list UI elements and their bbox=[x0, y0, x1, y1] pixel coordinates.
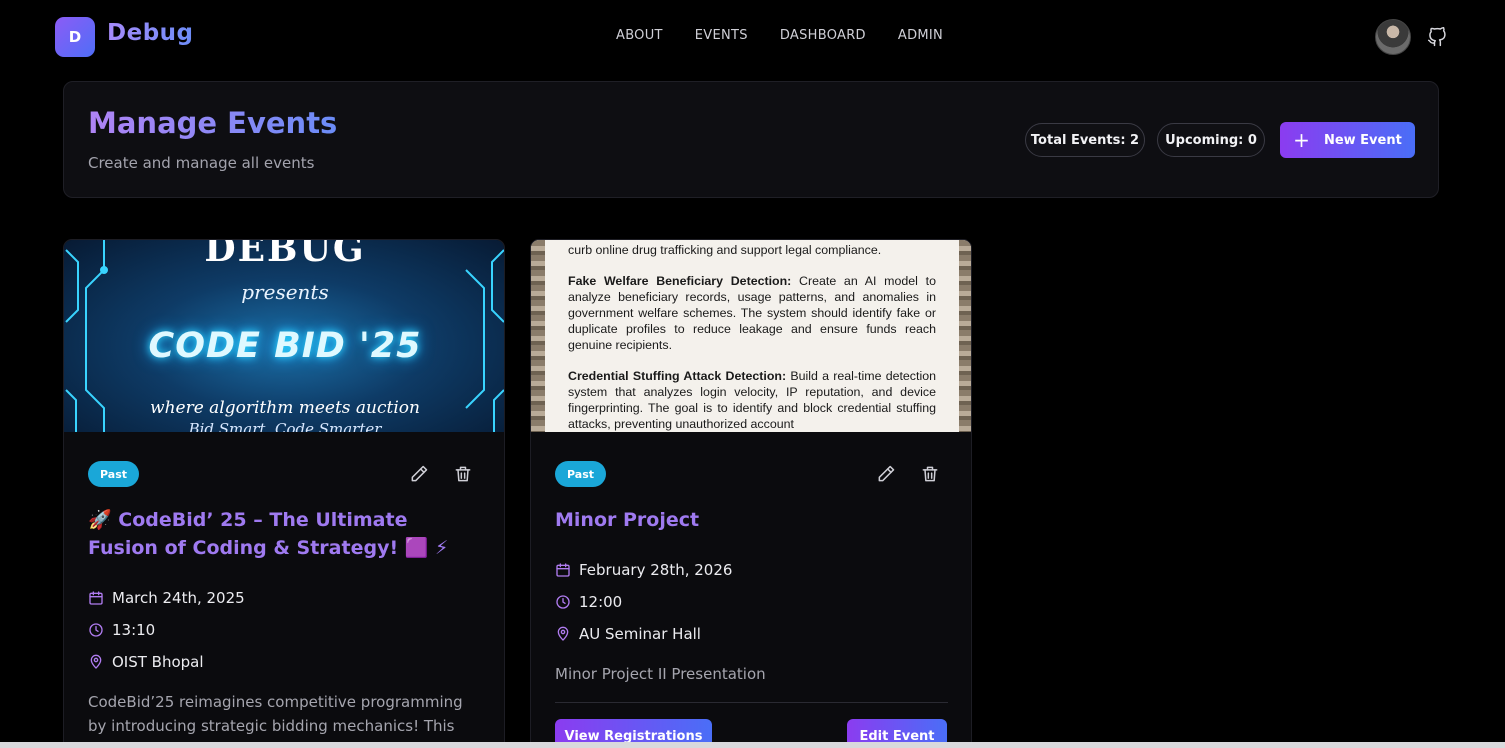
page-subtitle: Create and manage all events bbox=[88, 154, 315, 172]
event-location-text: AU Seminar Hall bbox=[579, 625, 701, 643]
poster-heading-2: Credential Stuffing Attack Detection: bbox=[568, 369, 787, 383]
new-event-button[interactable]: + New Event bbox=[1280, 122, 1415, 158]
poster-tagline: where algorithm meets auction bbox=[150, 398, 420, 418]
manage-events-header: Manage Events Create and manage all even… bbox=[63, 81, 1439, 198]
github-icon[interactable] bbox=[1427, 26, 1447, 48]
event-date-text: March 24th, 2025 bbox=[112, 589, 245, 607]
trash-icon[interactable] bbox=[453, 464, 473, 484]
navbar: D Debug ABOUT EVENTS DASHBOARD ADMIN bbox=[0, 0, 1505, 76]
poster-border-left bbox=[531, 240, 545, 432]
trash-icon[interactable] bbox=[920, 464, 940, 484]
status-badge: Past bbox=[555, 461, 606, 487]
event-title[interactable]: 🚀 CodeBid’ 25 – The Ultimate Fusion of C… bbox=[88, 506, 478, 562]
status-badge: Past bbox=[88, 461, 139, 487]
total-events-badge: Total Events: 2 bbox=[1025, 123, 1145, 157]
clock-icon bbox=[89, 623, 103, 637]
new-event-label: New Event bbox=[1323, 132, 1402, 148]
nav-links: ABOUT EVENTS DASHBOARD ADMIN bbox=[616, 28, 943, 43]
pencil-icon[interactable] bbox=[409, 464, 429, 484]
event-time-text: 12:00 bbox=[579, 593, 623, 611]
poster-border-right bbox=[959, 240, 971, 432]
event-time: 13:10 bbox=[88, 621, 155, 639]
avatar[interactable] bbox=[1375, 19, 1411, 55]
event-date: February 28th, 2026 bbox=[555, 561, 732, 579]
page-title: Manage Events bbox=[88, 106, 338, 140]
poster-text: curb online drug trafficking and support… bbox=[568, 242, 936, 432]
event-time-text: 13:10 bbox=[112, 621, 156, 639]
event-location-text: OIST Bhopal bbox=[112, 653, 204, 671]
map-pin-icon bbox=[90, 654, 102, 669]
event-poster-image: DEBUG presents CODE BID '25 where algori… bbox=[64, 240, 504, 432]
window-bottom-edge bbox=[0, 742, 1505, 748]
nav-events[interactable]: EVENTS bbox=[695, 28, 748, 43]
card-divider bbox=[555, 702, 948, 703]
calendar-icon bbox=[89, 591, 103, 605]
nav-admin[interactable]: ADMIN bbox=[898, 28, 943, 43]
event-time: 12:00 bbox=[555, 593, 622, 611]
poster-tagline-2: Bid Smart, Code Smarter bbox=[188, 420, 382, 432]
poster-paragraph-1: Fake Welfare Beneficiary Detection: Crea… bbox=[568, 273, 936, 353]
clock-icon bbox=[556, 595, 570, 609]
event-date-text: February 28th, 2026 bbox=[579, 561, 733, 579]
poster-presents: presents bbox=[241, 280, 329, 304]
map-pin-icon bbox=[557, 626, 569, 641]
event-description: CodeBid’25 reimagines competitive progra… bbox=[88, 693, 463, 735]
event-card: curb online drug trafficking and support… bbox=[530, 239, 972, 748]
logo-icon[interactable]: D bbox=[55, 17, 95, 57]
nav-about[interactable]: ABOUT bbox=[616, 28, 663, 43]
event-date: March 24th, 2025 bbox=[88, 589, 245, 607]
poster-heading-1: Fake Welfare Beneficiary Detection: bbox=[568, 274, 792, 288]
event-title[interactable]: Minor Project bbox=[555, 506, 945, 534]
poster-line-0: curb online drug trafficking and support… bbox=[568, 243, 882, 257]
event-card: DEBUG presents CODE BID '25 where algori… bbox=[63, 239, 505, 748]
poster-title: CODE BID '25 bbox=[148, 326, 422, 366]
plus-icon: + bbox=[1293, 128, 1310, 152]
poster-paragraph-2: Credential Stuffing Attack Detection: Bu… bbox=[568, 368, 936, 432]
upcoming-events-badge: Upcoming: 0 bbox=[1157, 123, 1265, 157]
event-description: Minor Project II Presentation bbox=[555, 665, 766, 683]
pencil-icon[interactable] bbox=[876, 464, 896, 484]
nav-dashboard[interactable]: DASHBOARD bbox=[780, 28, 866, 43]
calendar-icon bbox=[556, 563, 570, 577]
poster-brand: DEBUG bbox=[204, 240, 366, 270]
event-location: AU Seminar Hall bbox=[555, 625, 701, 643]
event-location: OIST Bhopal bbox=[88, 653, 204, 671]
event-poster-image: curb online drug trafficking and support… bbox=[531, 240, 971, 432]
brand-name[interactable]: Debug bbox=[107, 20, 194, 46]
